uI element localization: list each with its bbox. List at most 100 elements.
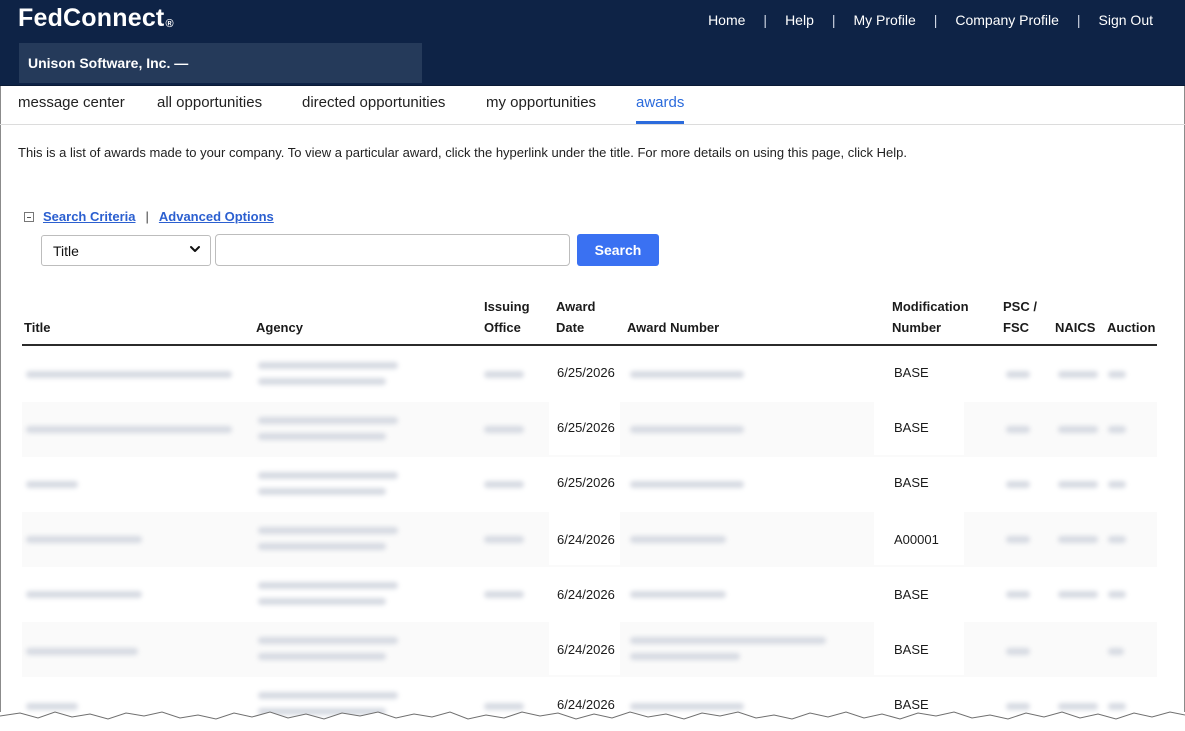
tab-awards[interactable]: awards [636, 94, 684, 111]
redacted-office [484, 426, 524, 433]
nav-separator: | [933, 12, 938, 28]
tab-message-center[interactable]: message center [18, 94, 125, 111]
criteria-separator: | [145, 209, 149, 224]
redacted-title[interactable] [26, 481, 78, 488]
col-header-award-date[interactable]: Award Date [556, 296, 596, 338]
redacted-naics [1058, 591, 1098, 598]
header-line: Date [556, 320, 585, 335]
tab-my-opportunities[interactable]: my opportunities [486, 94, 596, 111]
award-date: 6/24/2026 [557, 642, 615, 657]
redacted-agency [258, 488, 386, 495]
redacted-psc [1006, 591, 1030, 598]
redacted-agency [258, 598, 386, 605]
redacted-award-number [630, 536, 726, 543]
advanced-options-link[interactable]: Advanced Options [159, 209, 274, 224]
col-header-modification-number[interactable]: Modification Number [892, 296, 969, 338]
registered-mark: ® [165, 18, 174, 30]
redacted-title[interactable] [26, 536, 142, 543]
redacted-psc [1006, 536, 1030, 543]
logo-text: FedConnect [18, 4, 165, 32]
company-name-bar: Unison Software, Inc. — [19, 43, 422, 83]
redacted-auction [1108, 426, 1126, 433]
col-header-issuing-office[interactable]: Issuing Office [484, 296, 530, 338]
redacted-office [484, 591, 524, 598]
site-header: FedConnect® Home | Help | My Profile | C… [0, 0, 1185, 86]
header-line: Office [484, 320, 521, 335]
redacted-office [484, 371, 524, 378]
header-line: Number [892, 320, 942, 335]
home-link[interactable]: Home [708, 12, 745, 28]
award-date: 6/25/2026 [557, 365, 615, 380]
redacted-title[interactable] [26, 371, 232, 378]
redacted-agency [258, 378, 386, 385]
search-criteria-link[interactable]: Search Criteria [43, 209, 136, 224]
redacted-agency [258, 692, 398, 699]
redacted-agency [258, 417, 398, 424]
redacted-agency [258, 362, 398, 369]
page-description: This is a list of awards made to your co… [18, 145, 907, 160]
redacted-auction [1108, 481, 1126, 488]
header-line: PSC / [1003, 299, 1037, 314]
redacted-auction [1108, 648, 1124, 655]
help-link[interactable]: Help [785, 12, 814, 28]
redacted-office [484, 536, 524, 543]
redacted-agency [258, 543, 386, 550]
fedconnect-logo[interactable]: FedConnect® [18, 4, 174, 33]
top-nav: Home | Help | My Profile | Company Profi… [708, 12, 1153, 28]
redacted-award-number [630, 481, 744, 488]
award-date: 6/25/2026 [557, 475, 615, 490]
award-date: 6/24/2026 [557, 532, 615, 547]
header-line: FSC [1003, 320, 1029, 335]
col-header-award-number[interactable]: Award Number [627, 317, 719, 338]
search-criteria-header: Search Criteria | Advanced Options [24, 209, 274, 224]
table-row[interactable]: 6/25/2026 BASE [22, 347, 1157, 402]
minus-square-icon[interactable] [24, 211, 34, 222]
header-line: Modification [892, 299, 969, 314]
redacted-title[interactable] [26, 648, 138, 655]
torn-edge [0, 711, 1185, 731]
search-button[interactable]: Search [577, 234, 659, 266]
col-header-title[interactable]: Title [24, 317, 51, 338]
table-row[interactable]: 6/24/2026 BASE [22, 622, 1157, 677]
modification-number: BASE [894, 365, 929, 380]
redacted-award-number [630, 591, 726, 598]
table-row[interactable]: 6/24/2026 A00001 [22, 512, 1157, 567]
table-row[interactable]: 6/24/2026 BASE [22, 567, 1157, 622]
my-profile-link[interactable]: My Profile [854, 12, 916, 28]
redacted-award-number [630, 637, 826, 644]
redacted-agency [258, 653, 386, 660]
active-tab-indicator [636, 121, 684, 124]
table-row[interactable]: 6/25/2026 BASE [22, 402, 1157, 457]
redacted-title[interactable] [26, 591, 142, 598]
modification-number: BASE [894, 475, 929, 490]
col-header-psc-fsc[interactable]: PSC / FSC [1003, 296, 1037, 338]
search-field-select[interactable]: Title [41, 235, 211, 266]
redacted-agency [258, 582, 398, 589]
tab-directed-opportunities[interactable]: directed opportunities [302, 94, 445, 111]
chevron-down-icon [190, 246, 200, 252]
redacted-title[interactable] [26, 426, 232, 433]
nav-separator: | [1076, 12, 1081, 28]
redacted-agency [258, 472, 398, 479]
search-input[interactable] [215, 234, 570, 266]
header-line: Award [556, 299, 596, 314]
sign-out-link[interactable]: Sign Out [1099, 12, 1153, 28]
col-header-agency[interactable]: Agency [256, 317, 303, 338]
redacted-auction [1108, 371, 1126, 378]
redacted-award-number [630, 426, 744, 433]
table-row[interactable]: 6/25/2026 BASE [22, 457, 1157, 512]
col-header-auction[interactable]: Auction [1107, 317, 1155, 338]
selected-field-label: Title [53, 243, 79, 259]
redacted-naics [1058, 426, 1098, 433]
redacted-naics [1058, 536, 1098, 543]
company-profile-link[interactable]: Company Profile [955, 12, 1059, 28]
redacted-agency [258, 527, 398, 534]
award-date: 6/25/2026 [557, 420, 615, 435]
tab-all-opportunities[interactable]: all opportunities [157, 94, 262, 111]
col-header-naics[interactable]: NAICS [1055, 317, 1095, 338]
modification-number: BASE [894, 642, 929, 657]
redacted-agency [258, 433, 386, 440]
tab-bar: message center all opportunities directe… [0, 86, 1185, 125]
redacted-office [484, 481, 524, 488]
redacted-psc [1006, 371, 1030, 378]
